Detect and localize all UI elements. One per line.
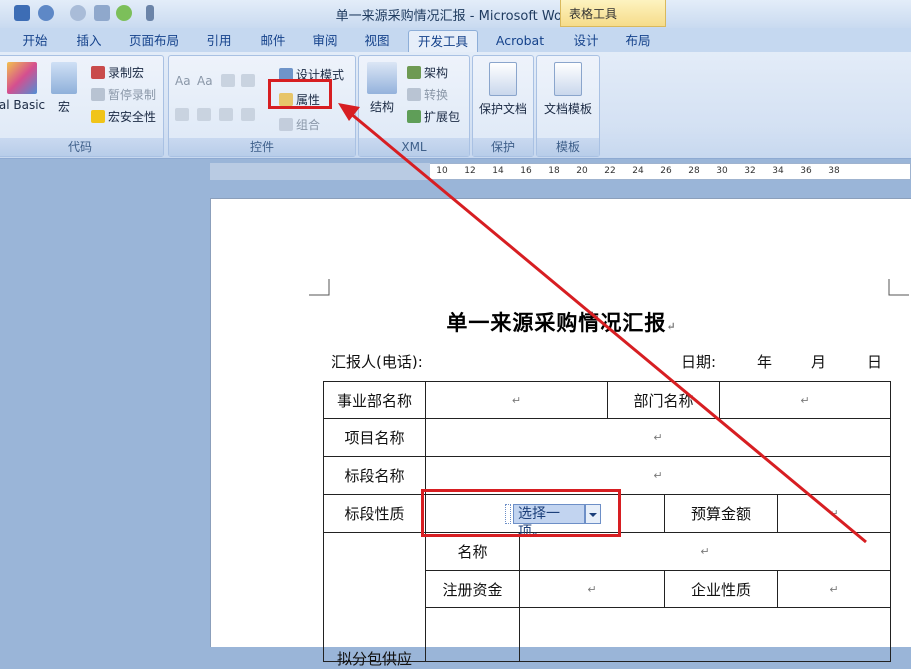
- annotation-arrow: [338, 103, 867, 544]
